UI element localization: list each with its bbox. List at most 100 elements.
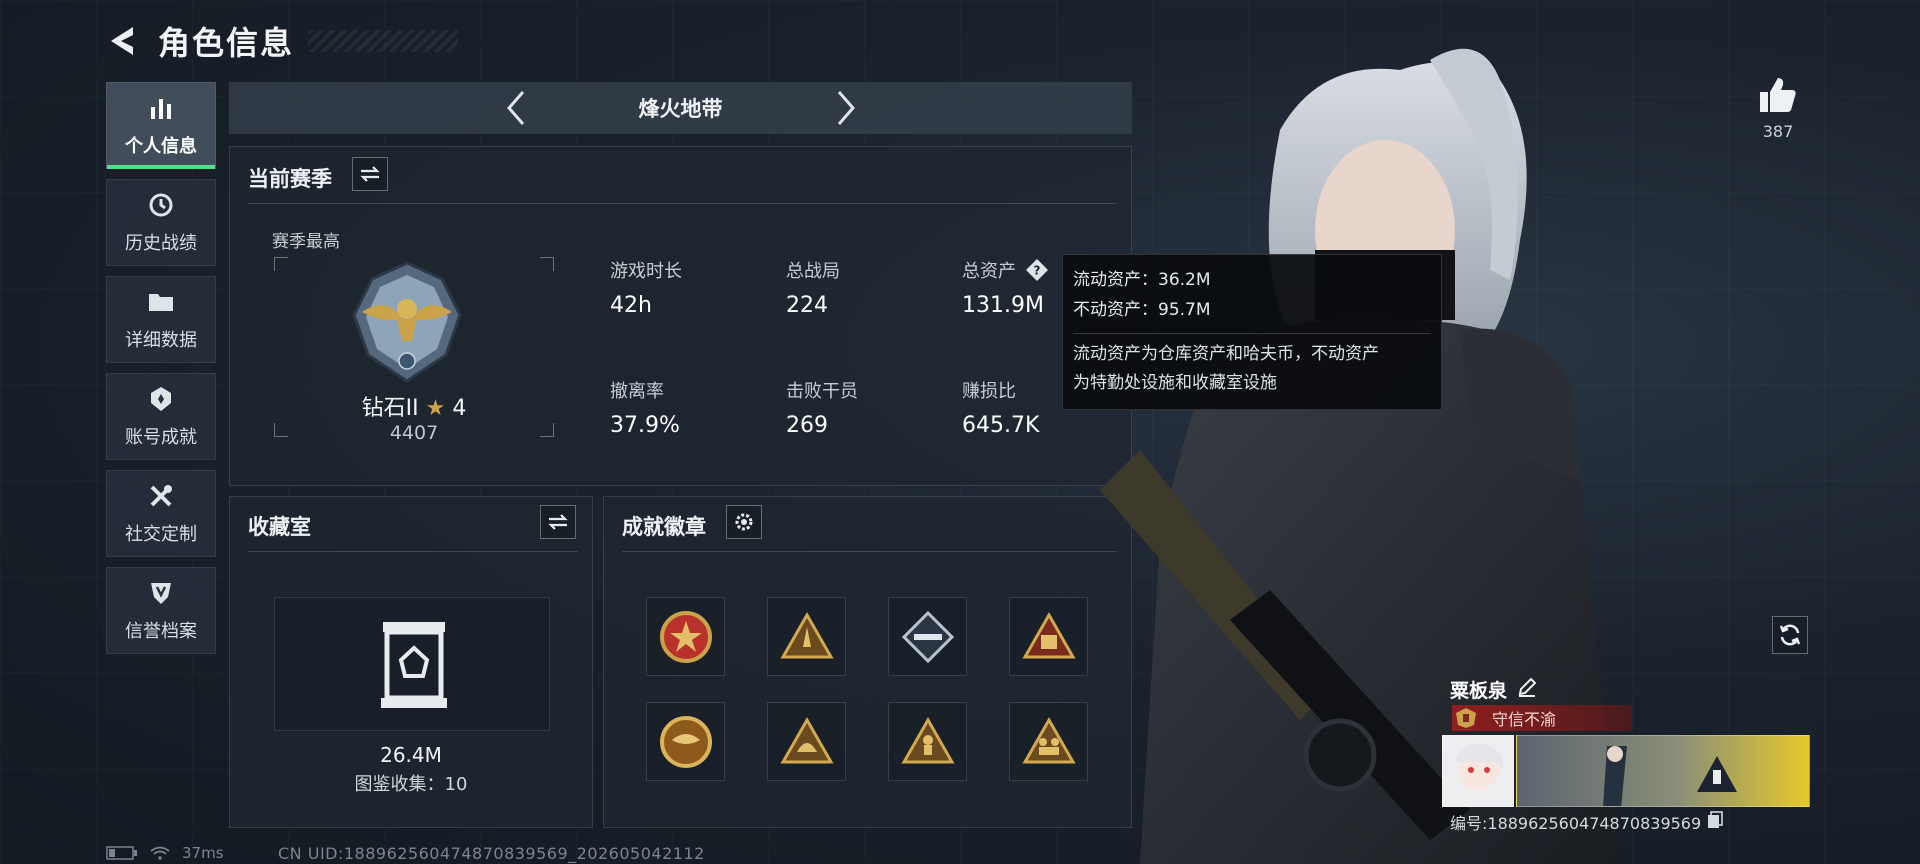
- stat-operators-defeated: 击败干员 269: [786, 377, 858, 438]
- triangle-soldier-badge-icon: [900, 716, 955, 763]
- frame-corner: [274, 257, 288, 271]
- tools-icon: [146, 482, 176, 510]
- sidebar-item-detailed-data[interactable]: 详细数据: [106, 276, 216, 363]
- mode-next-button[interactable]: [831, 88, 861, 128]
- panel-divider: [248, 203, 1117, 204]
- thumbs-up-icon: [1760, 78, 1796, 112]
- achievement-badge-triangle-helmet[interactable]: [767, 702, 846, 781]
- uid-text: CN UID:188962560474870839569_20260504211…: [278, 844, 705, 863]
- panel-divider: [622, 551, 1117, 552]
- rank-stars-count: 4: [452, 396, 467, 421]
- season-switch-button[interactable]: [352, 157, 388, 191]
- battery-icon: [106, 846, 137, 860]
- collection-switch-button[interactable]: [540, 505, 576, 539]
- sidebar-item-label: 历史战绩: [125, 232, 197, 254]
- stat-value: 37.9%: [610, 413, 680, 438]
- triangle-rocket-badge-icon: [779, 611, 834, 658]
- round-eagle-badge-icon: [659, 715, 712, 768]
- collection-title: 收藏室: [248, 515, 311, 539]
- sidebar-item-achievements[interactable]: 账号成就: [106, 373, 216, 460]
- refresh-icon: [1779, 624, 1801, 646]
- diamond-gun-badge-icon: [901, 610, 954, 663]
- stat-value: 224: [786, 293, 828, 318]
- help-icon[interactable]: ?: [1024, 257, 1050, 283]
- stat-total-assets: 总资产 ? 131.9M: [962, 257, 1050, 318]
- edit-name-button[interactable]: [1517, 677, 1537, 702]
- player-name: 粟板泉: [1450, 676, 1537, 703]
- stat-label: 赚损比: [962, 381, 1016, 402]
- sidebar-item-personal-info[interactable]: 个人信息: [106, 82, 216, 169]
- folder-icon: [146, 288, 176, 316]
- stat-label: 总资产 ?: [962, 257, 1050, 283]
- back-button[interactable]: [106, 21, 140, 61]
- stat-label: 击败干员: [786, 381, 858, 402]
- player-banner[interactable]: [1516, 735, 1810, 807]
- rank-name-text: 钻石II: [361, 396, 419, 421]
- collection-preview[interactable]: [274, 597, 550, 731]
- stat-extraction-rate: 撤离率 37.9%: [610, 377, 680, 438]
- stat-value: 269: [786, 413, 828, 438]
- collection-panel: 收藏室 26.4M 图鉴收集：10: [229, 496, 593, 828]
- avatar-image: [1443, 736, 1513, 806]
- tooltip-divider: [1073, 333, 1431, 334]
- stat-value: 645.7K: [962, 413, 1040, 438]
- frame-corner: [540, 257, 554, 271]
- swap-icon: [360, 166, 380, 182]
- shield-icon: [146, 579, 176, 607]
- refresh-button[interactable]: [1772, 616, 1808, 654]
- page-header: 角色信息: [106, 18, 459, 64]
- back-arrow-icon: [111, 27, 133, 55]
- medal-icon: [146, 385, 176, 413]
- sidebar-item-reputation[interactable]: 信誉档案: [106, 567, 216, 654]
- sidebar-item-history[interactable]: 历史战绩: [106, 179, 216, 266]
- sidebar-item-social[interactable]: 社交定制: [106, 470, 216, 557]
- player-id-text: 编号:1889625604748​70839569: [1450, 814, 1702, 833]
- stat-play-time: 游戏时长 42h: [610, 257, 682, 318]
- stat-value: 42h: [610, 293, 652, 318]
- stat-total-matches: 总战局 224: [786, 257, 840, 318]
- mode-prev-button[interactable]: [501, 88, 531, 128]
- triangle-helmet-badge-icon: [779, 716, 834, 763]
- achievements-settings-button[interactable]: [726, 505, 762, 539]
- collection-value: 26.4M: [380, 743, 442, 767]
- star-round-badge-icon: [659, 610, 712, 663]
- title-decoration: [308, 30, 459, 52]
- player-avatar[interactable]: [1442, 735, 1514, 807]
- assets-tooltip: 流动资产：36.2M 不动资产：95.7M 流动资产为仓库资产和哈夫币，不动资产…: [1062, 254, 1442, 410]
- rank-badge-frame: 钻石II ★ 4 4407: [274, 257, 554, 444]
- achievement-badge-triangle-crate[interactable]: [1009, 597, 1088, 676]
- page-title: 角色信息: [158, 24, 295, 62]
- season-panel: 当前赛季 赛季最高 钻石II ★ 4 4407 游戏时长 42h 总战局 224: [229, 146, 1132, 486]
- diamond-rank-emblem-icon: [352, 261, 462, 383]
- sidebar-item-label: 信誉档案: [125, 620, 197, 642]
- banner-image: [1603, 746, 1737, 806]
- stat-label: 总战局: [786, 261, 840, 282]
- sidebar-item-label: 个人信息: [125, 135, 197, 157]
- season-best-label: 赛季最高: [272, 232, 340, 252]
- stat-label: 撤离率: [610, 381, 664, 402]
- like-button[interactable]: 387: [1756, 76, 1800, 141]
- panel-divider: [248, 551, 578, 552]
- copy-icon: [1708, 811, 1723, 828]
- rank-star-icon: ★: [425, 396, 446, 421]
- achievement-badge-round-eagle[interactable]: [646, 702, 725, 781]
- tooltip-fixed-assets: 不动资产：95.7M: [1073, 300, 1211, 320]
- wifi-icon: [150, 846, 170, 860]
- status-bar: 37ms: [106, 844, 224, 862]
- achievement-badge-grid: [646, 597, 1088, 781]
- achievement-badge-triangle-squad[interactable]: [1009, 702, 1088, 781]
- triangle-squad-badge-icon: [1021, 716, 1076, 763]
- achievement-badge-triangle-soldier[interactable]: [888, 702, 967, 781]
- achievement-badge-triangle-rocket[interactable]: [767, 597, 846, 676]
- tooltip-description-line1: 流动资产为仓库资产和哈夫币，不动资产: [1073, 344, 1379, 364]
- tooltip-liquid-assets: 流动资产：36.2M: [1073, 270, 1211, 290]
- copy-id-button[interactable]: [1707, 811, 1723, 833]
- achievement-badge-star-round[interactable]: [646, 597, 725, 676]
- achievement-badge-diamond-gun[interactable]: [888, 597, 967, 676]
- gear-icon: [735, 513, 753, 531]
- stat-label-text: 总资产: [962, 261, 1016, 282]
- pencil-icon: [1518, 677, 1537, 697]
- mode-title: 烽火地带: [638, 97, 723, 121]
- player-id: 编号:1889625604748​70839569: [1450, 810, 1723, 834]
- collection-count: 图鉴收集：10: [354, 774, 468, 795]
